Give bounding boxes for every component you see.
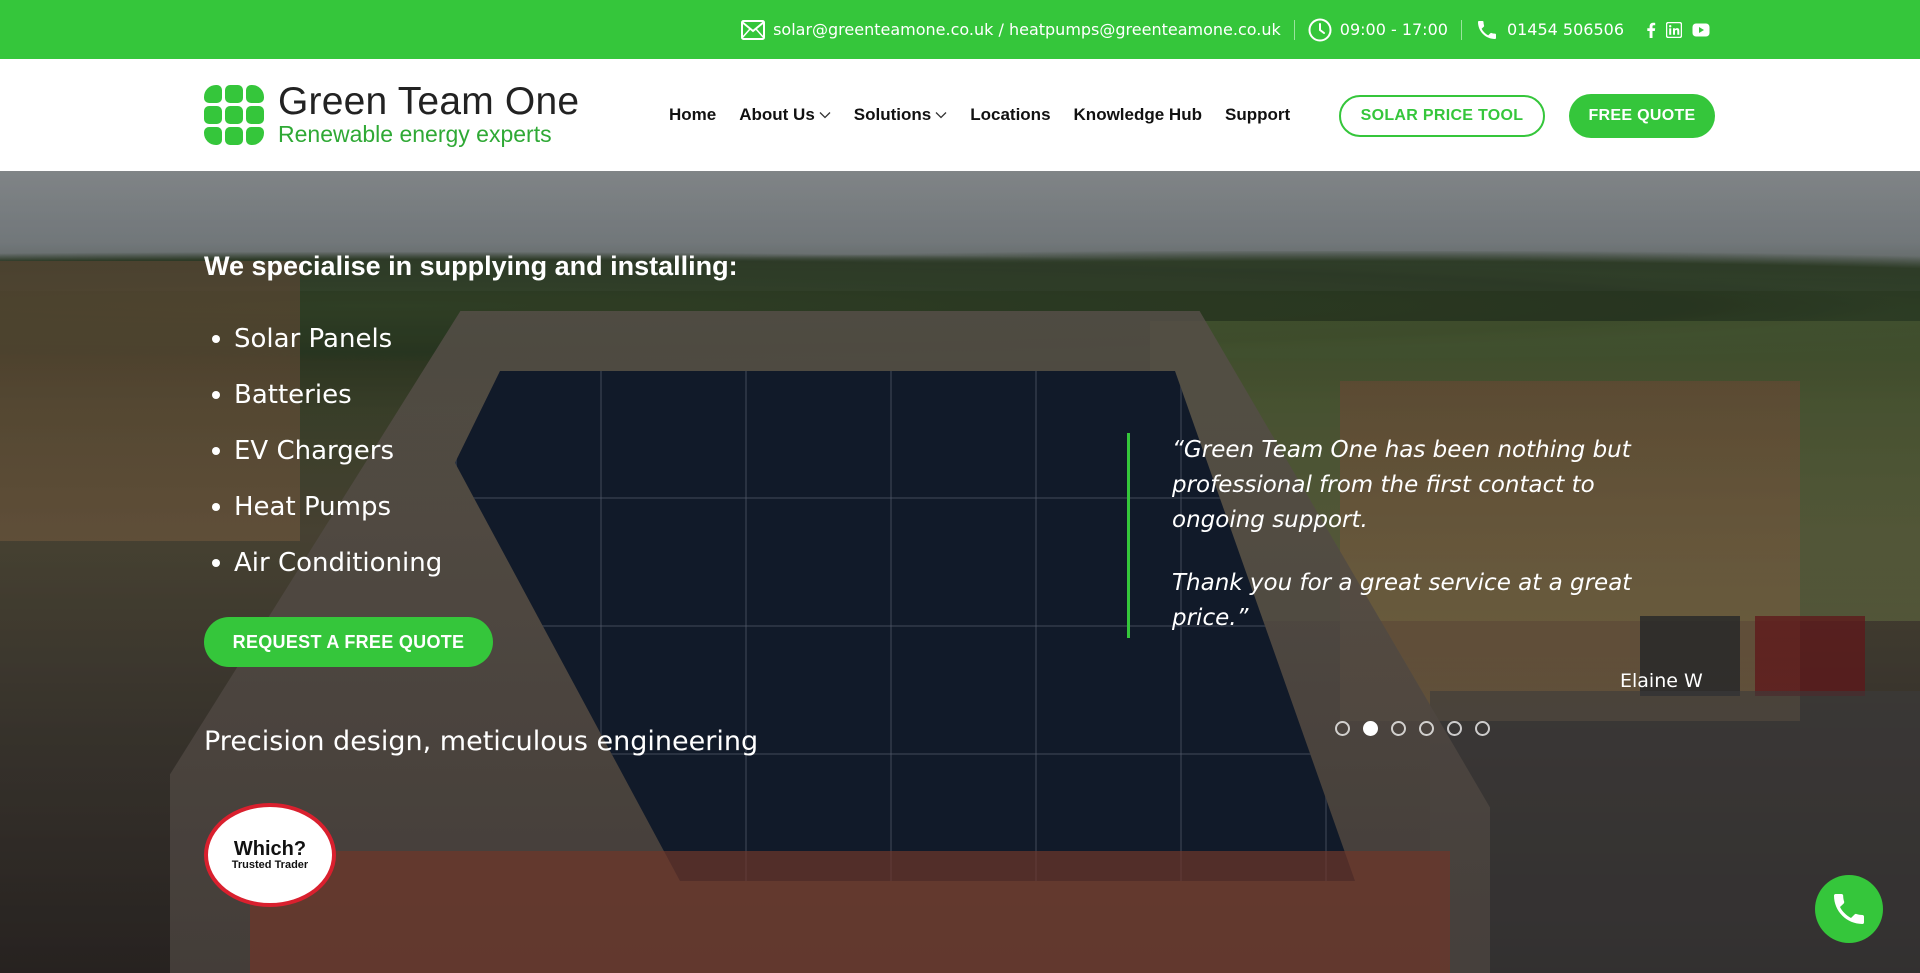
nav-about-us[interactable]: About Us [739, 105, 831, 125]
testimonial-quote: “Green Team One has been nothing but pro… [1172, 433, 1692, 636]
testimonial-author: Elaine W [1620, 670, 1703, 692]
clock-icon [1308, 18, 1332, 41]
phone-text[interactable]: 01454 506506 [1507, 20, 1624, 39]
quote-accent-bar [1127, 433, 1130, 638]
slider-dot[interactable] [1447, 721, 1462, 736]
mail-icon [741, 19, 766, 40]
nav-solutions[interactable]: Solutions [854, 105, 947, 125]
social-links [1646, 21, 1710, 38]
hero-section: We specialise in supplying and installin… [0, 171, 1920, 973]
top-contact-bar: solar@greenteamone.co.uk / heatpumps@gre… [0, 0, 1920, 59]
chevron-down-icon [819, 112, 831, 119]
youtube-icon[interactable] [1692, 23, 1710, 37]
nav-support[interactable]: Support [1225, 105, 1290, 125]
service-item: Air Conditioning [212, 535, 442, 591]
nav-knowledge-hub[interactable]: Knowledge Hub [1074, 105, 1202, 125]
facebook-icon[interactable] [1646, 22, 1656, 38]
hours-text: 09:00 - 17:00 [1339, 20, 1448, 39]
logo-name: Green Team One [278, 80, 580, 123]
phone-icon [1834, 894, 1864, 924]
site-logo[interactable]: Green Team One Renewable energy experts [204, 80, 580, 147]
quote-text: “Green Team One has been nothing but pro… [1172, 437, 1631, 533]
slider-dot[interactable] [1363, 721, 1378, 736]
hero-heading: We specialise in supplying and installin… [204, 251, 738, 281]
linkedin-icon[interactable] [1666, 21, 1682, 38]
nav-locations[interactable]: Locations [970, 105, 1050, 125]
quote-text: Thank you for a great service at a great… [1172, 570, 1632, 631]
main-nav: Home About Us Solutions Locations Knowle… [669, 59, 1313, 171]
which-trusted-trader-badge[interactable]: Which? Trusted Trader [204, 803, 336, 907]
logo-mark-icon [204, 85, 264, 145]
service-item: Heat Pumps [212, 479, 442, 535]
phone-icon [1477, 20, 1496, 39]
phone-contact[interactable]: 01454 506506 [1475, 18, 1624, 42]
slider-dot[interactable] [1335, 721, 1350, 736]
email-contact[interactable]: solar@greenteamone.co.uk / heatpumps@gre… [741, 19, 1281, 40]
badge-name: Which? [233, 838, 307, 860]
nav-home[interactable]: Home [669, 105, 716, 125]
service-item: Solar Panels [212, 311, 442, 367]
service-item: Batteries [212, 367, 442, 423]
service-item: EV Chargers [212, 423, 442, 479]
free-quote-button[interactable]: FREE QUOTE [1569, 94, 1715, 138]
logo-tagline: Renewable energy experts [278, 121, 552, 147]
hero-tagline: Precision design, meticulous engineering [204, 726, 759, 757]
testimonial-slider-dots [1335, 721, 1490, 736]
slider-dot[interactable] [1475, 721, 1490, 736]
divider [1460, 19, 1462, 40]
slider-dot[interactable] [1391, 721, 1406, 736]
divider [1293, 19, 1295, 40]
opening-hours: 09:00 - 17:00 [1308, 18, 1448, 42]
solar-price-tool-button[interactable]: SOLAR PRICE TOOL [1339, 95, 1545, 137]
slider-dot[interactable] [1419, 721, 1434, 736]
call-button[interactable] [1815, 875, 1883, 943]
email-text[interactable]: solar@greenteamone.co.uk / heatpumps@gre… [773, 20, 1281, 39]
site-header: Green Team One Renewable energy experts … [0, 59, 1920, 171]
request-free-quote-button[interactable]: REQUEST A FREE QUOTE [204, 617, 493, 667]
chevron-down-icon [935, 112, 947, 119]
services-list: Solar Panels Batteries EV Chargers Heat … [212, 311, 442, 591]
badge-subtitle: Trusted Trader [231, 859, 309, 871]
